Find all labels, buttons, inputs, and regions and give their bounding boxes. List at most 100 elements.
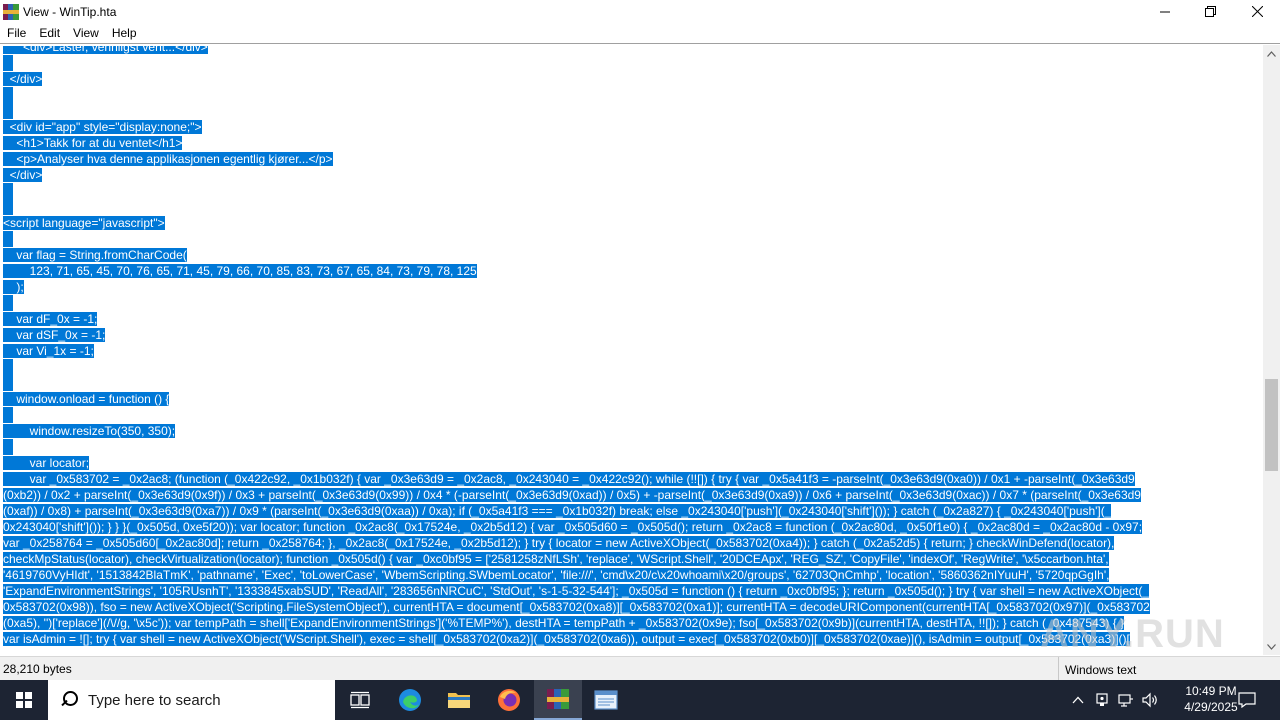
scrollbar-thumb[interactable] [1265,379,1278,471]
code-line: 0x583702(0x98)), fso = new ActiveXObject… [3,599,1150,615]
code-line: var _0x583702 = _0x2ac8; (function (_0x4… [3,471,1135,487]
edge-taskbar-button[interactable] [386,680,434,720]
network-tray-button[interactable] [1116,680,1136,720]
menu-bar: File Edit View Help [0,23,1280,43]
menu-edit[interactable]: Edit [32,23,66,43]
selected-text: window.onload = function () { [3,392,170,406]
code-line [3,439,13,455]
taskbar: Type here to search 10:49 PM 4/29/2025 [0,680,1280,720]
selected-text: var _0x258764 = _0x505d60[_0x2ac80d]; re… [3,536,1115,550]
code-line: (0xb2)) / 0x2 + parseInt(_0x3e63d9(0x9f)… [3,487,1141,503]
scroll-down-button[interactable] [1263,638,1280,655]
viewer-taskbar-button[interactable] [582,680,630,720]
network-monitor-tray-button[interactable] [1092,680,1112,720]
code-line: <script language="javascript"> [3,215,165,231]
notification-icon [1238,692,1256,708]
code-line [3,199,13,215]
selected-text: var locator; [3,456,90,470]
task-view-button[interactable] [336,680,384,720]
show-hidden-icons-button[interactable] [1068,680,1088,720]
selected-text: 0x243040['shift']()); } } }(_0x505d, 0xe… [3,520,1143,534]
code-line: checkMpStatus(locator), checkVirtualizat… [3,551,1109,567]
code-line: 0x243040['shift']()); } } }(_0x505d, 0xe… [3,519,1143,535]
code-line: var locator; [3,455,90,471]
code-line: 123, 71, 65, 45, 70, 76, 65, 71, 45, 79,… [3,263,477,279]
code-line: (0xa5), '')['replace'](/\//g, '\x5c')); … [3,615,1125,631]
code-line: var flag = String.fromCharCode( [3,247,187,263]
speaker-icon [1142,692,1157,708]
selected-text: var dSF_0x = -1; [3,328,106,342]
windows-logo-icon [16,692,32,708]
code-line [3,375,13,391]
code-line: 'ExpandEnvironmentStrings', '105RUsnhT',… [3,583,1150,599]
code-line: </div> [3,167,43,183]
code-line: window.resizeTo(350, 350); [3,423,176,439]
code-line [3,103,13,119]
people-icon [1096,693,1108,706]
selected-text: 123, 71, 65, 45, 70, 76, 65, 71, 45, 79,… [3,264,477,278]
text-mode-status: Windows text [1058,657,1136,681]
chevron-up-icon [1267,50,1276,57]
minimize-button[interactable] [1142,0,1188,23]
code-line: <p>Analyser hva denne applikasjonen egen… [3,151,333,167]
edge-icon [399,689,421,711]
taskbar-search-box[interactable]: Type here to search [48,680,335,720]
selected-text: 0x583702(0x98)), fso = new ActiveXObject… [3,600,1150,614]
notification-center-button[interactable] [1236,680,1258,720]
selected-text: <div>Laster, vennligst vent...</div> [3,46,208,54]
watermark-logo: ANY.RUN [1040,612,1225,656]
close-button[interactable] [1234,0,1280,23]
selected-text [3,231,13,247]
selected-text: <script language="javascript"> [3,216,165,230]
text-view[interactable]: <div>Laster, vennligst vent...</div> </d… [3,46,1261,652]
maximize-button[interactable] [1188,0,1234,23]
selected-text: var Vi_1x = -1; [3,344,94,358]
selected-text: (0xaf)) / 0x8) + parseInt(_0x3e63d9(0xa7… [3,504,1112,518]
start-button[interactable] [0,680,48,720]
selected-text [3,359,13,375]
chevron-down-icon [1267,643,1276,650]
volume-tray-button[interactable] [1140,680,1162,720]
viewer-content: <div>Laster, vennligst vent...</div> </d… [0,43,1280,655]
code-line: var Vi_1x = -1; [3,343,94,359]
code-line [3,359,13,375]
scroll-up-button[interactable] [1263,45,1280,62]
selected-text: (0xb2)) / 0x2 + parseInt(_0x3e63d9(0x9f)… [3,488,1141,502]
selected-text: checkMpStatus(locator), checkVirtualizat… [3,552,1109,566]
code-line: (0xaf)) / 0x8) + parseInt(_0x3e63d9(0xa7… [3,503,1112,519]
selected-text [3,199,13,215]
selected-text [3,295,13,311]
selected-text: </div> [3,168,43,182]
code-line: var isAdmin = ![]; try { var shell = new… [3,631,1130,647]
selected-text [3,439,13,455]
code-line: var _0x258764 = _0x505d60[_0x2ac80d]; re… [3,535,1115,551]
menu-view[interactable]: View [66,23,105,43]
selected-text [3,183,13,199]
selected-text [3,55,13,71]
winrar-taskbar-button[interactable] [534,680,582,720]
window-title: View - WinTip.hta [23,4,117,19]
file-size-status: 28,210 bytes [3,662,72,676]
firefox-taskbar-button[interactable] [485,680,533,720]
selected-text: (0xa5), '')['replace'](/\//g, '\x5c')); … [3,616,1125,630]
winrar-app-icon [3,3,19,20]
selected-text: <p>Analyser hva denne applikasjonen egen… [3,152,333,166]
menu-help[interactable]: Help [105,23,143,43]
code-line: <div>Laster, vennligst vent...</div> [3,46,208,55]
close-icon [1251,6,1263,17]
file-explorer-taskbar-button[interactable] [435,680,483,720]
selected-text: window.resizeTo(350, 350); [3,424,176,438]
minimize-icon [1160,11,1170,12]
chevron-up-icon [1072,696,1084,704]
selected-text [3,87,13,103]
code-line: </div> [3,71,43,87]
task-view-icon [350,691,370,709]
search-placeholder: Type here to search [88,691,221,709]
code-line: window.onload = function () { [3,391,170,407]
menu-file[interactable]: File [0,23,32,43]
selected-text: ); [3,280,24,294]
vertical-scrollbar[interactable] [1263,45,1280,655]
code-line: '4619760VyHIdt', '1513842BlaTmK', 'pathn… [3,567,1110,583]
network-icon [1118,694,1133,707]
selected-text [3,103,13,119]
